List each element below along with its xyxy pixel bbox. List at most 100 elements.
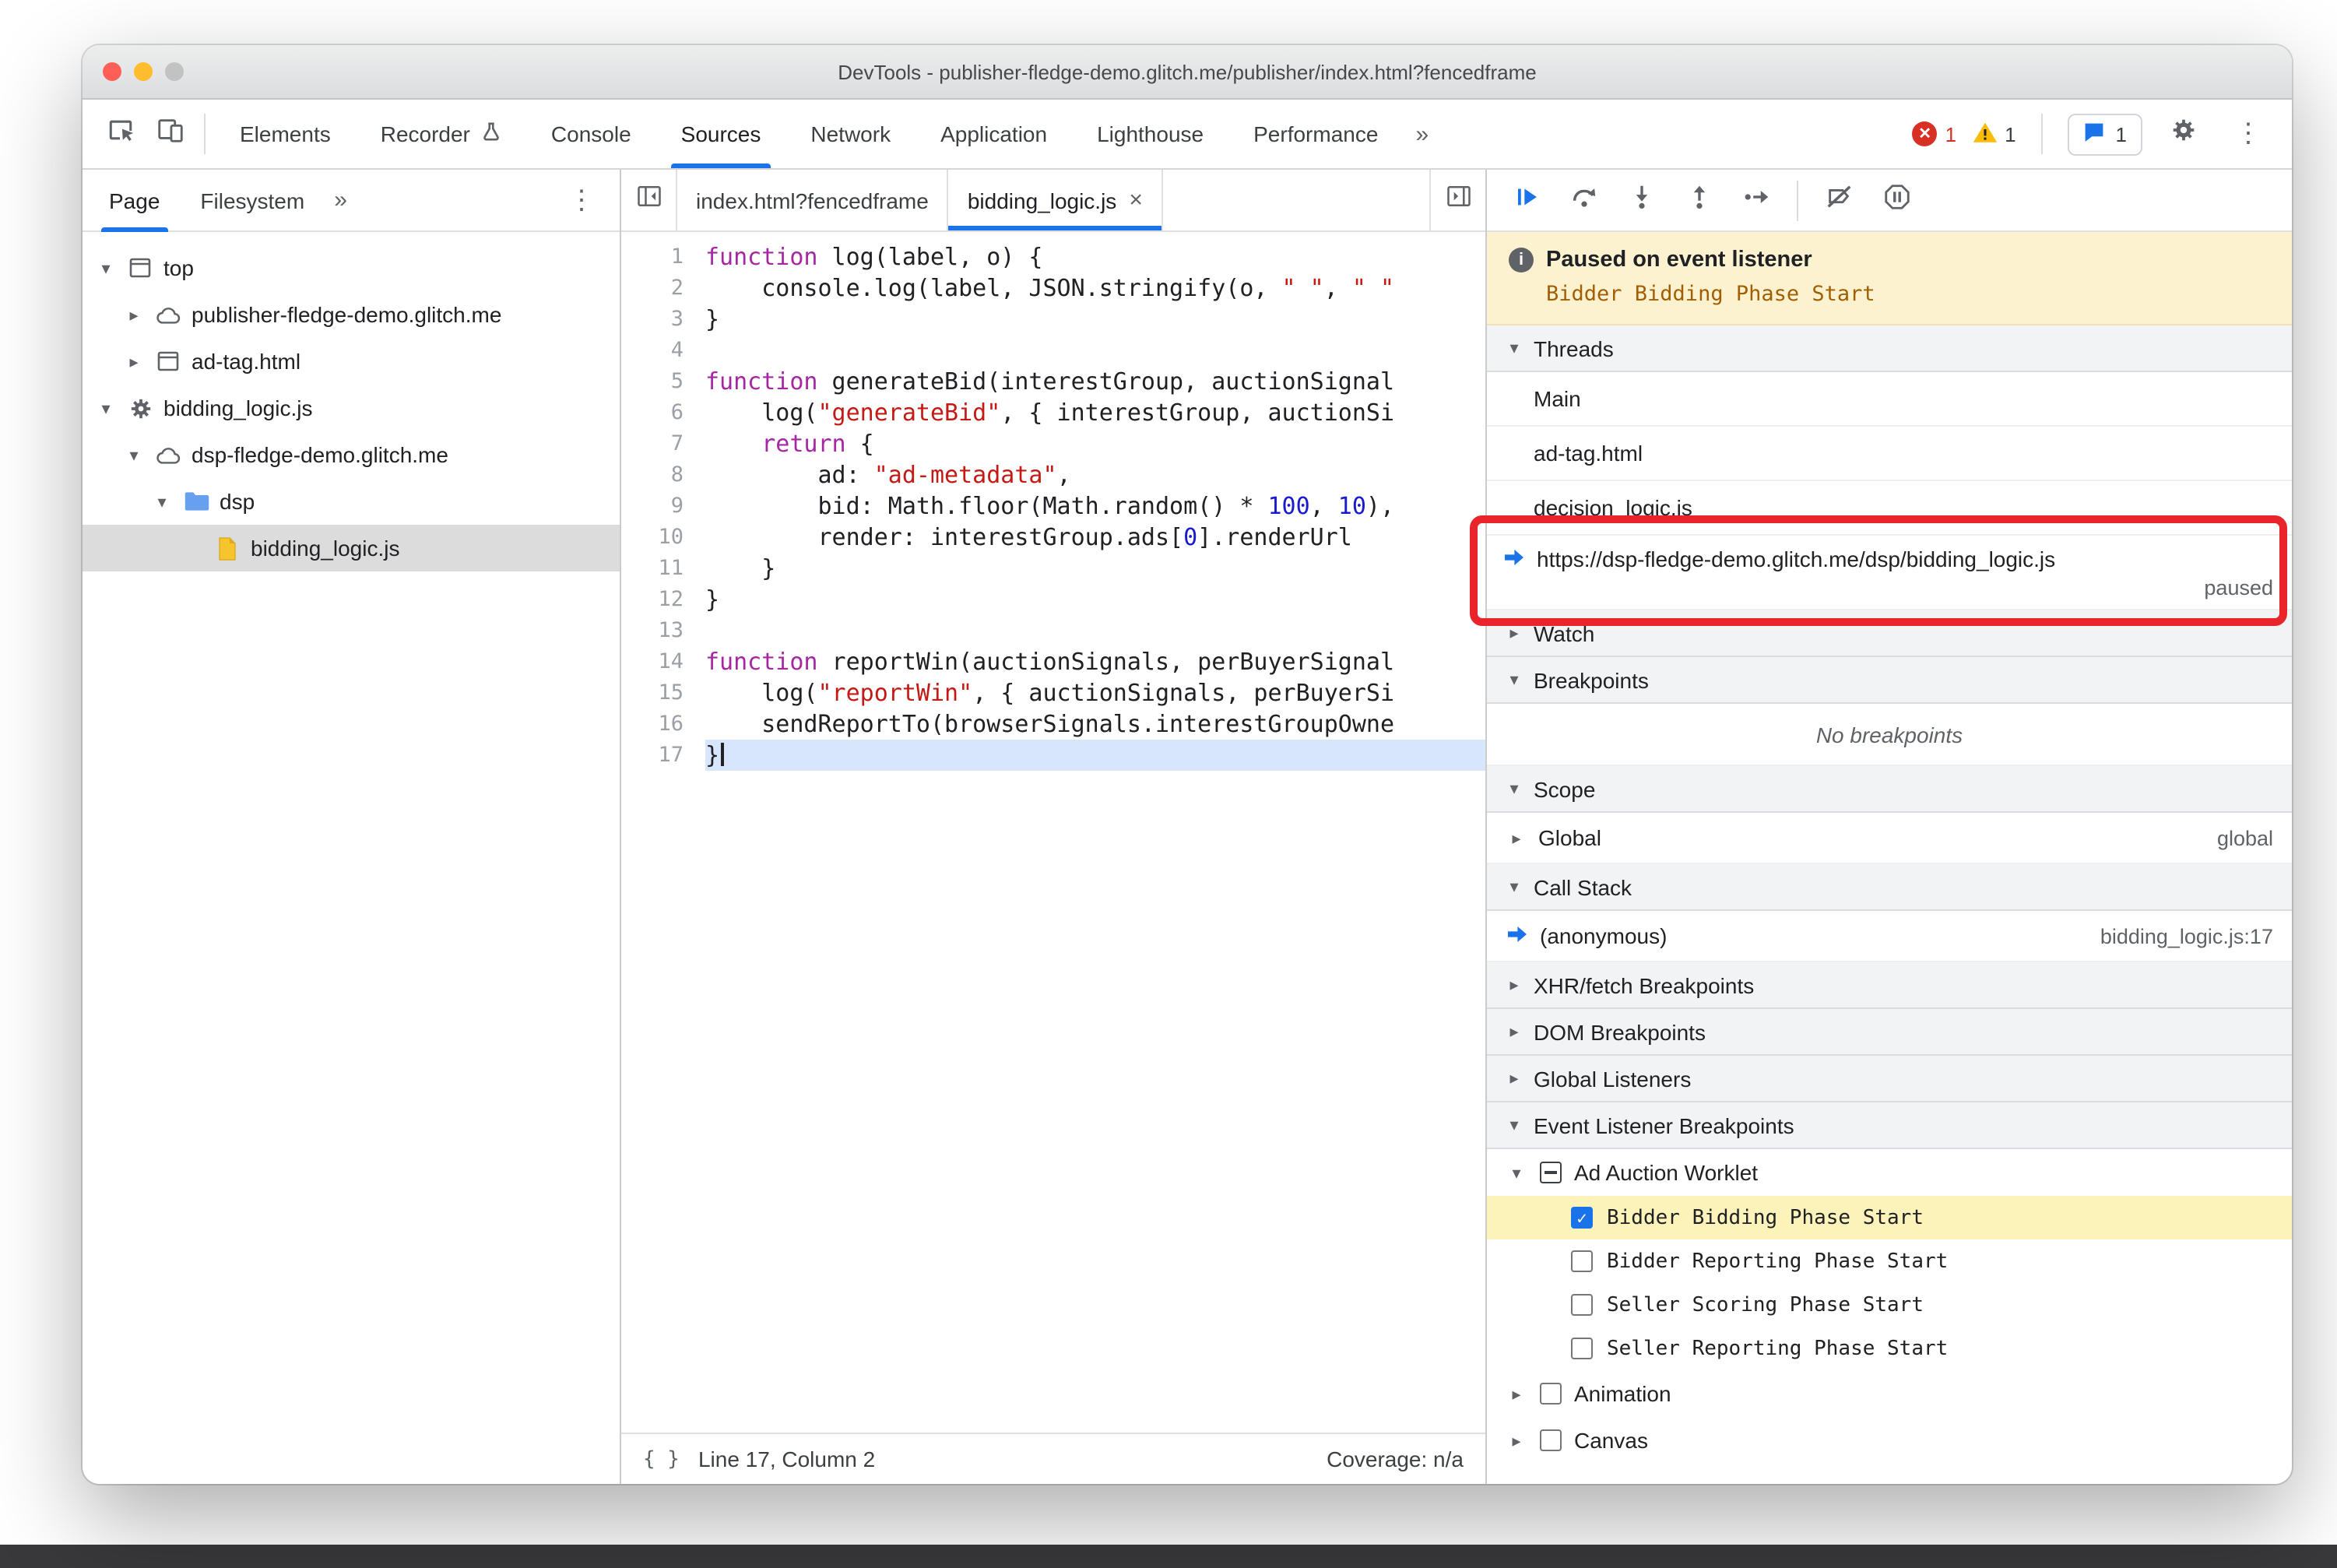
more-tabs-button[interactable]: »: [1403, 121, 1441, 147]
navigator-tab-filesystem[interactable]: Filesystem: [180, 170, 325, 231]
issues-button[interactable]: 1: [2067, 113, 2142, 155]
unchecked-checkbox[interactable]: [1571, 1338, 1593, 1359]
code-line[interactable]: 5 function generateBid(interestGroup, auc…: [621, 366, 1485, 397]
thread-row-bidding-logic-current[interactable]: https://dsp-fledge-demo.glitch.me/dsp/bi…: [1470, 515, 2292, 626]
tree-item-publisher-origin[interactable]: ▸ publisher-fledge-demo.glitch.me: [83, 291, 620, 338]
line-number[interactable]: 10: [621, 522, 705, 553]
tree-item-ad-tag[interactable]: ▸ ad-tag.html: [83, 338, 620, 385]
code-line[interactable]: 17}: [621, 740, 1485, 771]
line-number[interactable]: 12: [621, 584, 705, 615]
call-stack-frame-row[interactable]: (anonymous) bidding_logic.js:17: [1487, 911, 2292, 962]
line-number[interactable]: 16: [621, 708, 705, 740]
line-number[interactable]: 6: [621, 397, 705, 428]
step-out-button[interactable]: [1672, 175, 1725, 225]
watch-section-header[interactable]: ▸ Watch: [1487, 610, 2292, 657]
disclosure-open-icon[interactable]: ▾: [123, 445, 145, 465]
call-stack-section-header[interactable]: ▾ Call Stack: [1487, 864, 2292, 911]
unchecked-checkbox[interactable]: [1540, 1383, 1562, 1405]
tree-item-dsp-folder[interactable]: ▾ dsp: [83, 478, 620, 525]
code-line[interactable]: 10 render: interestGroup.ads[0].renderUr…: [621, 522, 1485, 553]
code-line[interactable]: 1 function log(label, o) {: [621, 241, 1485, 272]
open-editors-button[interactable]: [1429, 170, 1485, 230]
tab-elements[interactable]: Elements: [215, 100, 356, 168]
line-number[interactable]: 15: [621, 677, 705, 708]
code-line[interactable]: 15 log("reportWin", { auctionSignals, pe…: [621, 677, 1485, 708]
threads-section-header[interactable]: ▾ Threads: [1487, 325, 2292, 372]
line-number[interactable]: 5: [621, 366, 705, 397]
close-tab-icon[interactable]: ×: [1129, 187, 1143, 213]
tab-performance[interactable]: Performance: [1228, 100, 1403, 168]
zoom-window-button[interactable]: [165, 62, 184, 81]
tree-item-dsp-origin[interactable]: ▾ dsp-fledge-demo.glitch.me: [83, 431, 620, 478]
checked-checkbox[interactable]: [1571, 1207, 1593, 1229]
elb-group-animation[interactable]: ▸ Animation: [1487, 1370, 2292, 1417]
more-options-button[interactable]: ⋮: [2223, 109, 2273, 159]
editor-tab-index-html[interactable]: index.html?fencedframe: [677, 170, 949, 230]
close-window-button[interactable]: [103, 62, 121, 81]
navigator-tab-page[interactable]: Page: [89, 170, 180, 231]
tab-lighthouse[interactable]: Lighthouse: [1072, 100, 1228, 168]
elb-group-ad-auction-worklet[interactable]: ▾ Ad Auction Worklet: [1487, 1149, 2292, 1196]
code-line[interactable]: 6 log("generateBid", { interestGroup, au…: [621, 397, 1485, 428]
code-line[interactable]: 12}: [621, 584, 1485, 615]
code-editor[interactable]: 1 function log(label, o) {2 console.log(l…: [621, 232, 1485, 1433]
hide-navigator-button[interactable]: [621, 170, 677, 230]
disclosure-open-icon[interactable]: ▾: [151, 491, 173, 512]
breakpoints-section-header[interactable]: ▾ Breakpoints: [1487, 657, 2292, 704]
minimize-window-button[interactable]: [134, 62, 153, 81]
disclosure-closed-icon[interactable]: ▸: [123, 351, 145, 371]
code-line[interactable]: 7 return {: [621, 428, 1485, 459]
code-line[interactable]: 14 function reportWin(auctionSignals, per…: [621, 646, 1485, 677]
tree-item-bidding-logic-file[interactable]: bidding_logic.js: [83, 525, 620, 571]
indeterminate-checkbox[interactable]: [1540, 1162, 1562, 1183]
elb-item-bidder-reporting-phase-start[interactable]: Bidder Reporting Phase Start: [1487, 1239, 2292, 1283]
elb-group-canvas[interactable]: ▸ Canvas: [1487, 1417, 2292, 1464]
disclosure-open-icon[interactable]: ▾: [95, 258, 117, 278]
more-navigator-tabs-button[interactable]: »: [325, 187, 357, 213]
settings-button[interactable]: [2158, 109, 2208, 159]
code-line[interactable]: 4: [621, 335, 1485, 366]
xhr-breakpoints-section-header[interactable]: ▸ XHR/fetch Breakpoints: [1487, 962, 2292, 1009]
warning-counter[interactable]: 1: [1972, 121, 2016, 147]
code-line[interactable]: 11 }: [621, 553, 1485, 584]
tab-console[interactable]: Console: [526, 100, 656, 168]
unchecked-checkbox[interactable]: [1571, 1250, 1593, 1272]
error-counter[interactable]: ✕ 1: [1912, 121, 1956, 146]
thread-row-ad-tag[interactable]: ad-tag.html: [1487, 427, 2292, 481]
tab-application[interactable]: Application: [915, 100, 1072, 168]
code-line[interactable]: 13: [621, 615, 1485, 646]
resume-button[interactable]: [1499, 175, 1552, 225]
thread-row-main[interactable]: Main: [1487, 372, 2292, 427]
line-number[interactable]: 1: [621, 241, 705, 272]
code-line[interactable]: 3}: [621, 304, 1485, 335]
code-line[interactable]: 9 bid: Math.floor(Math.random() * 100, 1…: [621, 490, 1485, 522]
line-number[interactable]: 14: [621, 646, 705, 677]
editor-tab-bidding-logic[interactable]: bidding_logic.js ×: [948, 170, 1163, 230]
global-listeners-section-header[interactable]: ▸ Global Listeners: [1487, 1056, 2292, 1102]
disclosure-open-icon[interactable]: ▾: [95, 398, 117, 418]
tree-item-bidding-logic-worklet[interactable]: ▾ bidding_logic.js: [83, 385, 620, 431]
elb-item-bidder-bidding-phase-start[interactable]: Bidder Bidding Phase Start: [1487, 1196, 2292, 1239]
step-button[interactable]: [1730, 175, 1783, 225]
event-listener-breakpoints-section-header[interactable]: ▾ Event Listener Breakpoints: [1487, 1102, 2292, 1149]
code-line[interactable]: 8 ad: "ad-metadata",: [621, 459, 1485, 490]
scope-global-row[interactable]: ▸ Global global: [1487, 813, 2292, 864]
step-into-button[interactable]: [1615, 175, 1668, 225]
code-line[interactable]: 2 console.log(label, JSON.stringify(o, "…: [621, 272, 1485, 304]
dom-breakpoints-section-header[interactable]: ▸ DOM Breakpoints: [1487, 1009, 2292, 1056]
line-number[interactable]: 4: [621, 335, 705, 366]
line-number[interactable]: 7: [621, 428, 705, 459]
tab-recorder[interactable]: Recorder: [356, 100, 526, 168]
line-number[interactable]: 9: [621, 490, 705, 522]
pause-on-exceptions-button[interactable]: [1870, 175, 1923, 225]
unchecked-checkbox[interactable]: [1540, 1429, 1562, 1451]
elb-item-seller-reporting-phase-start[interactable]: Seller Reporting Phase Start: [1487, 1327, 2292, 1370]
code-line[interactable]: 16 sendReportTo(browserSignals.interestG…: [621, 708, 1485, 740]
deactivate-breakpoints-button[interactable]: [1812, 175, 1865, 225]
pretty-print-icon[interactable]: { }: [643, 1447, 680, 1471]
line-number[interactable]: 11: [621, 553, 705, 584]
unchecked-checkbox[interactable]: [1571, 1294, 1593, 1316]
tab-sources[interactable]: Sources: [656, 100, 786, 168]
step-over-button[interactable]: [1557, 175, 1610, 225]
toggle-device-toolbar-button[interactable]: [145, 109, 195, 159]
